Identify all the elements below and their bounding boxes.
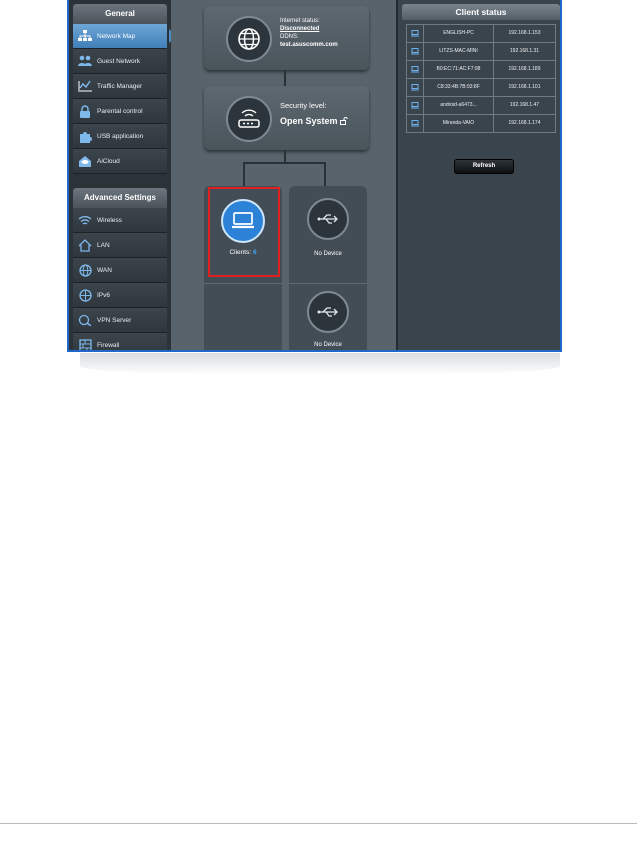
globe-icon xyxy=(77,262,93,278)
sidebar-item-firewall[interactable]: Firewall xyxy=(73,333,167,350)
sidebar: General Network Map Guest Network Traffi… xyxy=(69,0,177,350)
router-security-card[interactable]: Security level: Open System xyxy=(204,86,369,150)
sidebar-item-guest-network[interactable]: Guest Network xyxy=(73,49,167,74)
sidebar-item-usb-application[interactable]: USB application xyxy=(73,124,167,149)
sidebar-item-label: WAN xyxy=(97,266,112,274)
sidebar-item-parental-control[interactable]: Parental control xyxy=(73,99,167,124)
security-level-label: Security level: xyxy=(280,101,327,110)
computer-icon xyxy=(407,43,424,60)
globe-icon xyxy=(238,28,260,50)
sidebar-item-label: USB application xyxy=(97,132,144,140)
usb-slot-2-button[interactable] xyxy=(307,291,349,333)
usb-slot-2-label: No Device xyxy=(314,342,342,348)
sidebar-item-ipv6[interactable]: IPv6 xyxy=(73,283,167,308)
router-button[interactable] xyxy=(226,96,272,142)
computer-icon xyxy=(407,115,424,132)
sidebar-item-label: Network Map xyxy=(97,32,136,40)
ddns-label: DDNS: xyxy=(280,34,299,40)
sidebar-general-header: General xyxy=(73,4,167,24)
sidebar-item-label: Wireless xyxy=(97,216,122,224)
globe-v6-icon xyxy=(77,287,93,303)
sidebar-advanced-header: Advanced Settings xyxy=(73,188,167,208)
client-ip: 192.168.1.174 xyxy=(508,120,541,126)
home-icon xyxy=(77,237,93,253)
table-row[interactable]: android-a6473... 192.168.1.47 xyxy=(407,97,555,115)
computer-icon xyxy=(407,25,424,42)
sidebar-item-label: VPN Server xyxy=(97,316,132,324)
computer-icon xyxy=(407,79,424,96)
internet-status-card[interactable]: Internet status: Disconnected DDNS: test… xyxy=(204,6,369,70)
sidebar-item-traffic-manager[interactable]: Traffic Manager xyxy=(73,74,167,99)
sidebar-item-label: Traffic Manager xyxy=(97,82,143,90)
sidebar-item-vpn-server[interactable]: VPN Server xyxy=(73,308,167,333)
client-name: LITZS-MAC-MINI xyxy=(424,43,494,60)
screenshot-shadow xyxy=(80,353,560,375)
sidebar-item-network-map[interactable]: Network Map xyxy=(73,24,177,49)
client-status-panel: Client status ENGLISH-PC 192.168.1.153 L… xyxy=(396,0,560,350)
client-ip: 192.168.1.153 xyxy=(508,30,541,36)
client-ip: 192.168.1.189 xyxy=(508,66,541,72)
table-row[interactable]: Miranda-VAIO 192.168.1.174 xyxy=(407,115,555,132)
router-ui-frame: General Network Map Guest Network Traffi… xyxy=(67,0,562,352)
firewall-icon xyxy=(77,337,93,350)
client-name: C8:33:4B:7B:93:8F xyxy=(424,79,494,96)
table-row[interactable]: C8:33:4B:7B:93:8F 192.168.1.101 xyxy=(407,79,555,97)
client-name: Miranda-VAIO xyxy=(424,115,494,132)
table-row[interactable]: LITZS-MAC-MINI 192.168.1.31 xyxy=(407,43,555,61)
client-name: B0:EC:71:AC:F7:98 xyxy=(424,61,494,78)
ddns-value: test.asuscomm.com xyxy=(280,42,338,48)
internet-status-label: Internet status: xyxy=(280,18,320,24)
usb-icon xyxy=(317,214,338,224)
wifi-icon xyxy=(77,212,93,228)
sidebar-item-label: IPv6 xyxy=(97,291,111,299)
table-row[interactable]: B0:EC:71:AC:F7:98 192.168.1.189 xyxy=(407,61,555,79)
puzzle-icon xyxy=(77,128,93,144)
internet-globe-button[interactable] xyxy=(226,16,272,62)
computer-icon xyxy=(407,97,424,114)
traffic-chart-icon xyxy=(77,78,93,94)
page-footer-rule xyxy=(0,823,637,824)
client-name: android-a6473... xyxy=(424,97,494,114)
client-status-table: ENGLISH-PC 192.168.1.153 LITZS-MAC-MINI … xyxy=(406,24,556,133)
sidebar-item-label: Firewall xyxy=(97,341,120,349)
network-map-icon xyxy=(77,28,93,44)
sidebar-item-wan[interactable]: WAN xyxy=(73,258,167,283)
sidebar-item-label: LAN xyxy=(97,241,110,249)
sidebar-item-label: Parental control xyxy=(97,107,143,115)
usb-slot-1-button[interactable] xyxy=(307,198,349,240)
router-icon xyxy=(238,109,260,128)
client-name: ENGLISH-PC xyxy=(424,25,494,42)
cloud-home-icon xyxy=(77,153,93,169)
sidebar-item-label: AiCloud xyxy=(97,157,120,165)
users-icon xyxy=(77,53,93,69)
client-ip: 192.168.1.47 xyxy=(509,102,540,108)
table-row[interactable]: ENGLISH-PC 192.168.1.153 xyxy=(407,25,555,43)
usb-slot-1-label: No Device xyxy=(314,251,342,257)
sidebar-item-lan[interactable]: LAN xyxy=(73,233,167,258)
security-level-value[interactable]: Open System xyxy=(280,116,338,126)
refresh-button[interactable]: Refresh xyxy=(454,159,514,174)
client-ip: 192.168.1.31 xyxy=(509,48,540,54)
sidebar-item-wireless[interactable]: Wireless xyxy=(73,208,167,233)
client-status-title: Client status xyxy=(402,4,560,20)
lock-icon xyxy=(77,103,93,119)
client-ip: 192.168.1.101 xyxy=(508,84,541,90)
internet-status-value[interactable]: Disconnected xyxy=(280,25,338,33)
usb-icon xyxy=(317,307,338,317)
unlock-icon xyxy=(339,117,348,125)
vpn-icon xyxy=(77,312,93,328)
network-map-area: Internet status: Disconnected DDNS: test… xyxy=(171,0,396,350)
computer-icon xyxy=(407,61,424,78)
clients-highlight-box xyxy=(208,187,280,277)
sidebar-item-aicloud[interactable]: AiCloud xyxy=(73,149,167,174)
sidebar-item-label: Guest Network xyxy=(97,57,140,65)
